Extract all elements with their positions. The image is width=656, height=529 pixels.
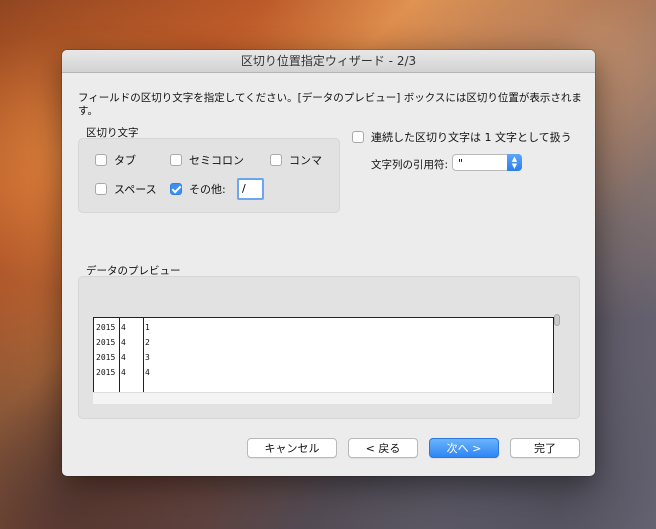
space-checkbox[interactable]: スペース bbox=[95, 181, 157, 197]
semicolon-checkbox-label: セミコロン bbox=[189, 154, 244, 167]
preview-cell: 2015 bbox=[96, 353, 116, 362]
text-qualifier-label: 文字列の引用符: bbox=[371, 159, 449, 171]
other-checkbox-label: その他: bbox=[189, 183, 226, 196]
instruction-text: フィールドの区切り文字を指定してください。[データのプレビュー] ボックスには区… bbox=[78, 92, 582, 117]
preview-cell: 2015 bbox=[96, 338, 116, 347]
preview-cell: 1 bbox=[145, 323, 150, 332]
tab-checkbox-label: タブ bbox=[114, 154, 136, 167]
comma-checkbox[interactable]: コンマ bbox=[270, 152, 322, 168]
tab-checkbox[interactable]: タブ bbox=[95, 152, 136, 168]
consecutive-checkbox-box[interactable] bbox=[352, 131, 364, 143]
space-checkbox-box[interactable] bbox=[95, 183, 107, 195]
other-delimiter-input[interactable]: / bbox=[237, 178, 264, 200]
text-qualifier-value: " bbox=[458, 157, 464, 170]
comma-checkbox-label: コンマ bbox=[289, 154, 322, 167]
preview-vertical-scrollbar[interactable] bbox=[554, 314, 560, 326]
delimiters-group-box bbox=[78, 138, 340, 213]
finish-button[interactable]: 完了 bbox=[510, 438, 580, 458]
dialog-title: 区切り位置指定ウィザード - 2/3 bbox=[62, 50, 595, 73]
consecutive-delimiters-checkbox[interactable]: 連続した区切り文字は 1 文字として扱う bbox=[352, 129, 572, 145]
back-button[interactable]: < 戻る bbox=[348, 438, 418, 458]
text-to-columns-dialog: 区切り位置指定ウィザード - 2/3 フィールドの区切り文字を指定してください。… bbox=[62, 50, 595, 476]
next-button[interactable]: 次へ > bbox=[429, 438, 499, 458]
other-checkbox[interactable]: その他: bbox=[170, 181, 226, 197]
preview-cell: 2 bbox=[145, 338, 150, 347]
chevron-updown-icon: ▲ ▼ bbox=[507, 154, 522, 171]
text-qualifier-select[interactable]: " ▲ ▼ bbox=[452, 154, 522, 171]
preview-cell: 2015 bbox=[96, 323, 116, 332]
preview-horizontal-scrollbar[interactable] bbox=[93, 392, 552, 404]
other-checkbox-box[interactable] bbox=[170, 183, 182, 195]
space-checkbox-label: スペース bbox=[114, 183, 157, 196]
tab-checkbox-box[interactable] bbox=[95, 154, 107, 166]
preview-cell: 4 bbox=[121, 353, 126, 362]
preview-cell: 4 bbox=[121, 323, 126, 332]
cancel-button[interactable]: キャンセル bbox=[247, 438, 337, 458]
data-preview-grid[interactable]: 2015 4 1 2015 4 2 2015 4 3 2015 4 4 bbox=[93, 317, 554, 393]
preview-cell: 4 bbox=[121, 368, 126, 377]
semicolon-checkbox[interactable]: セミコロン bbox=[170, 152, 244, 168]
preview-cell: 4 bbox=[121, 338, 126, 347]
preview-cell: 4 bbox=[145, 368, 150, 377]
semicolon-checkbox-box[interactable] bbox=[170, 154, 182, 166]
preview-cell: 2015 bbox=[96, 368, 116, 377]
consecutive-checkbox-label: 連続した区切り文字は 1 文字として扱う bbox=[371, 131, 572, 144]
column-separator[interactable] bbox=[119, 318, 120, 393]
comma-checkbox-box[interactable] bbox=[270, 154, 282, 166]
preview-cell: 3 bbox=[145, 353, 150, 362]
column-separator[interactable] bbox=[143, 318, 144, 393]
